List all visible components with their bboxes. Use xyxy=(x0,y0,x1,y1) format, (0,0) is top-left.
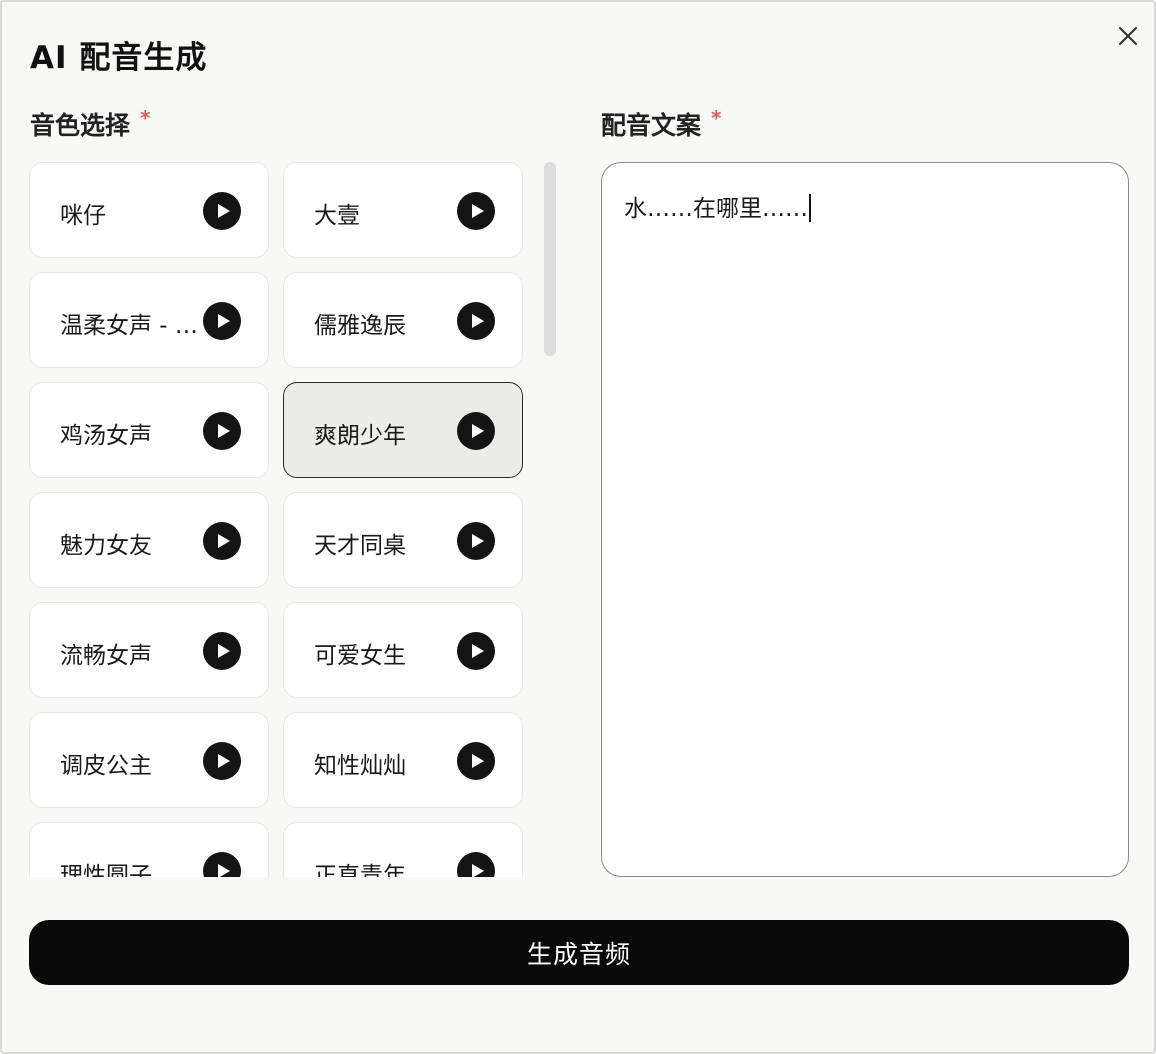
voice-section-title: 音色选择 xyxy=(30,111,131,140)
play-icon xyxy=(471,754,484,768)
close-icon xyxy=(1118,26,1138,46)
play-icon xyxy=(471,644,484,658)
play-button[interactable] xyxy=(203,192,241,230)
play-icon xyxy=(217,204,230,218)
play-button[interactable] xyxy=(203,852,241,877)
voice-card[interactable]: 正直青年 xyxy=(283,822,523,877)
play-icon xyxy=(217,314,230,328)
voice-card[interactable]: 儒雅逸辰 xyxy=(283,272,523,368)
play-button[interactable] xyxy=(203,302,241,340)
voice-name: 儒雅逸辰 xyxy=(314,313,406,339)
play-icon xyxy=(471,204,484,218)
voice-name: 爽朗少年 xyxy=(314,423,406,449)
voice-card[interactable]: 鸡汤女声 xyxy=(29,382,269,478)
script-textarea[interactable]: 水……在哪里…… xyxy=(601,162,1129,877)
voice-name: 正直青年 xyxy=(314,863,406,877)
play-icon xyxy=(217,864,230,877)
play-button[interactable] xyxy=(457,742,495,780)
voice-list-scrollbar[interactable] xyxy=(544,162,556,356)
voice-name: 天才同桌 xyxy=(314,533,406,559)
voice-card[interactable]: 知性灿灿 xyxy=(283,712,523,808)
play-button[interactable] xyxy=(203,632,241,670)
required-mark: * xyxy=(711,106,722,130)
voice-card[interactable]: 咪仔 xyxy=(29,162,269,258)
play-icon xyxy=(217,424,230,438)
voice-section-label: 音色选择 * xyxy=(30,106,150,142)
voice-name: 温柔女声 - … xyxy=(60,313,198,339)
voice-name: 理性圆子 xyxy=(60,863,152,877)
voice-card[interactable]: 天才同桌 xyxy=(283,492,523,588)
script-text-content: 水……在哪里…… xyxy=(624,189,811,224)
voice-name: 鸡汤女声 xyxy=(60,423,152,449)
voice-card[interactable]: 调皮公主 xyxy=(29,712,269,808)
play-button[interactable] xyxy=(203,412,241,450)
play-icon xyxy=(217,534,230,548)
voice-card[interactable]: 可爱女生 xyxy=(283,602,523,698)
voice-card[interactable]: 流畅女声 xyxy=(29,602,269,698)
script-section-title: 配音文案 xyxy=(601,111,702,140)
voice-name: 咪仔 xyxy=(60,203,106,229)
play-button[interactable] xyxy=(457,302,495,340)
voice-list[interactable]: 咪仔 大壹温柔女声 - … 儒雅逸辰鸡汤女声 爽朗少年魅力女友 天才同桌流畅女声 可爱女生… xyxy=(28,160,528,877)
voice-card[interactable]: 魅力女友 xyxy=(29,492,269,588)
voice-name: 可爱女生 xyxy=(314,643,406,669)
play-icon xyxy=(471,864,484,877)
generate-audio-button[interactable]: 生成音频 xyxy=(29,920,1129,985)
play-button[interactable] xyxy=(457,522,495,560)
voice-name: 大壹 xyxy=(314,203,360,229)
voice-name: 流畅女声 xyxy=(60,643,152,669)
script-text-value: 水……在哪里…… xyxy=(624,196,808,222)
play-icon xyxy=(471,534,484,548)
play-icon xyxy=(471,424,484,438)
voice-name: 调皮公主 xyxy=(60,753,152,779)
play-button[interactable] xyxy=(457,412,495,450)
dialog-title: AI 配音生成 xyxy=(30,40,208,76)
play-button[interactable] xyxy=(457,632,495,670)
play-icon xyxy=(471,314,484,328)
text-caret xyxy=(809,193,811,222)
voice-name: 知性灿灿 xyxy=(314,753,406,779)
play-icon xyxy=(217,644,230,658)
close-button[interactable] xyxy=(1112,20,1144,52)
play-icon xyxy=(217,754,230,768)
script-section-label: 配音文案 * xyxy=(601,106,721,142)
voice-card[interactable]: 理性圆子 xyxy=(29,822,269,877)
play-button[interactable] xyxy=(203,742,241,780)
play-button[interactable] xyxy=(203,522,241,560)
play-button[interactable] xyxy=(457,192,495,230)
voice-name: 魅力女友 xyxy=(60,533,152,559)
required-mark: * xyxy=(140,106,151,130)
voice-card[interactable]: 大壹 xyxy=(283,162,523,258)
play-button[interactable] xyxy=(457,852,495,877)
voice-card[interactable]: 温柔女声 - … xyxy=(29,272,269,368)
ai-dubbing-dialog: AI 配音生成 音色选择 * 配音文案 * 咪仔 大壹温柔女声 - … 儒雅逸辰鸡汤… xyxy=(0,0,1156,1054)
voice-card[interactable]: 爽朗少年 xyxy=(283,382,523,478)
